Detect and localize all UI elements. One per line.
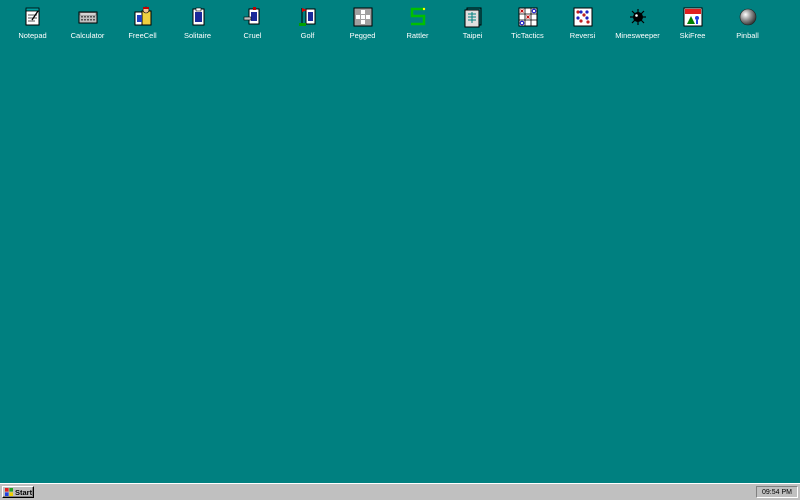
desktop-icon-label: FreeCell [128, 31, 157, 40]
desktop-icon-label: Pinball [736, 31, 759, 40]
windows-logo-icon [5, 488, 13, 496]
desktop-icon-label: Reversi [569, 31, 596, 40]
desktop-icon-pegged[interactable]: Pegged [335, 6, 390, 46]
desktop-icon-label: Taipei [462, 31, 483, 40]
desktop-icon-label: Solitaire [183, 31, 212, 40]
desktop-icon-notepad[interactable]: Notepad [5, 6, 60, 46]
tictactics-icon [517, 6, 539, 28]
desktop-icon-solitaire[interactable]: Solitaire [170, 6, 225, 46]
taipei-icon [462, 6, 484, 28]
desktop-icon-row: Notepad Calculator FreeCell Solitaire Cr [5, 6, 775, 46]
desktop-icon-skifree[interactable]: SkiFree [665, 6, 720, 46]
desktop-icon-label: Minesweeper [615, 31, 660, 40]
desktop-icon-pinball[interactable]: Pinball [720, 6, 775, 46]
desktop-icon-label: Calculator [70, 31, 105, 40]
desktop-icon-label: Rattler [406, 31, 429, 40]
desktop-icon-minesweeper[interactable]: Minesweeper [610, 6, 665, 46]
desktop-icon-label: Notepad [18, 31, 47, 40]
desktop-icon-calculator[interactable]: Calculator [60, 6, 115, 46]
desktop-icon-label: Cruel [243, 31, 262, 40]
pinball-icon [737, 6, 759, 28]
desktop-icon-freecell[interactable]: FreeCell [115, 6, 170, 46]
start-button[interactable]: Start [2, 486, 34, 498]
minesweeper-icon [627, 6, 649, 28]
calculator-icon [77, 6, 99, 28]
desktop-icon-reversi[interactable]: Reversi [555, 6, 610, 46]
desktop-icon-rattler[interactable]: Rattler [390, 6, 445, 46]
taskbar-clock[interactable]: 09:54 PM [756, 486, 798, 498]
pegged-icon [352, 6, 374, 28]
desktop-icon-label: Golf [300, 31, 315, 40]
rattler-icon [407, 6, 429, 28]
desktop-icon-taipei[interactable]: Taipei [445, 6, 500, 46]
desktop-icon-label: SkiFree [679, 31, 706, 40]
desktop-icon-tictactics[interactable]: TicTactics [500, 6, 555, 46]
desktop-icon-label: Pegged [349, 31, 376, 40]
desktop-icon-cruel[interactable]: Cruel [225, 6, 280, 46]
desktop-icon-label: TicTactics [511, 31, 544, 40]
taskbar: Start 09:54 PM [0, 483, 800, 500]
desktop: Notepad Calculator FreeCell Solitaire Cr [0, 0, 800, 483]
notepad-icon [22, 6, 44, 28]
start-label: Start [15, 487, 33, 497]
freecell-icon [132, 6, 154, 28]
cruel-icon [242, 6, 264, 28]
desktop-icon-golf[interactable]: Golf [280, 6, 335, 46]
solitaire-icon [187, 6, 209, 28]
golf-icon [297, 6, 319, 28]
reversi-icon [572, 6, 594, 28]
skifree-icon [682, 6, 704, 28]
